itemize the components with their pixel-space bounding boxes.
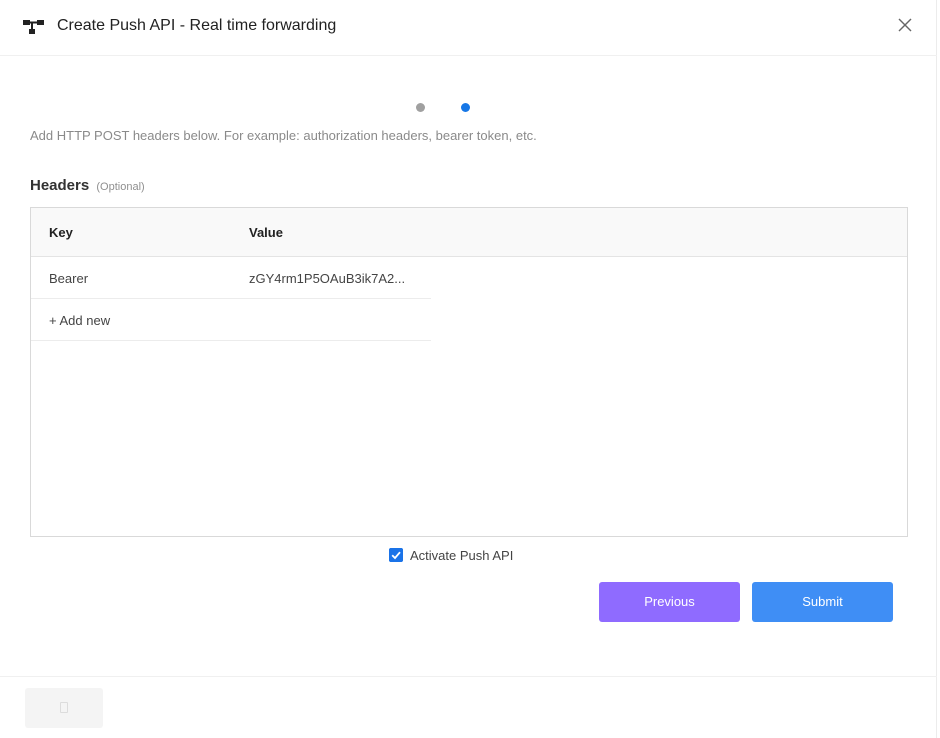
submit-button[interactable]: Submit — [752, 582, 893, 622]
activate-push-api-label: Activate Push API — [410, 548, 514, 563]
table-header: Key Value — [31, 208, 907, 257]
table-row[interactable]: Bearer zGY4rm1P5OAuB3ik7A2... — [31, 257, 431, 299]
headers-section-title: Headers (Optional) — [30, 177, 145, 194]
modal-title: Create Push API - Real time forwarding — [57, 17, 337, 34]
headers-label: Headers — [30, 177, 90, 194]
instruction-text: Add HTTP POST headers below. For example… — [30, 128, 537, 143]
add-new-button[interactable]: + Add new — [49, 313, 110, 328]
hierarchy-icon — [23, 20, 44, 34]
push-api-modal: Create Push API - Real time forwarding A… — [0, 0, 937, 738]
step-dot-2-active[interactable] — [461, 103, 470, 112]
column-header-key: Key — [49, 225, 73, 240]
delete-button-disabled[interactable] — [25, 688, 103, 728]
modal-header: Create Push API - Real time forwarding — [0, 0, 937, 56]
previous-button[interactable]: Previous — [599, 582, 740, 622]
step-dot-1[interactable] — [416, 103, 425, 112]
add-new-row: + Add new — [31, 299, 431, 341]
headers-table: Key Value Bearer zGY4rm1P5OAuB3ik7A2... … — [30, 207, 908, 537]
checkbox-checked-icon[interactable] — [389, 548, 403, 562]
header-value-cell[interactable]: zGY4rm1P5OAuB3ik7A2... — [249, 271, 419, 286]
modal-footer — [0, 676, 937, 738]
optional-label: (Optional) — [96, 181, 145, 193]
trash-icon — [60, 702, 68, 713]
header-key-cell[interactable]: Bearer — [49, 271, 88, 286]
close-icon[interactable] — [894, 14, 916, 36]
column-header-value: Value — [249, 225, 283, 240]
